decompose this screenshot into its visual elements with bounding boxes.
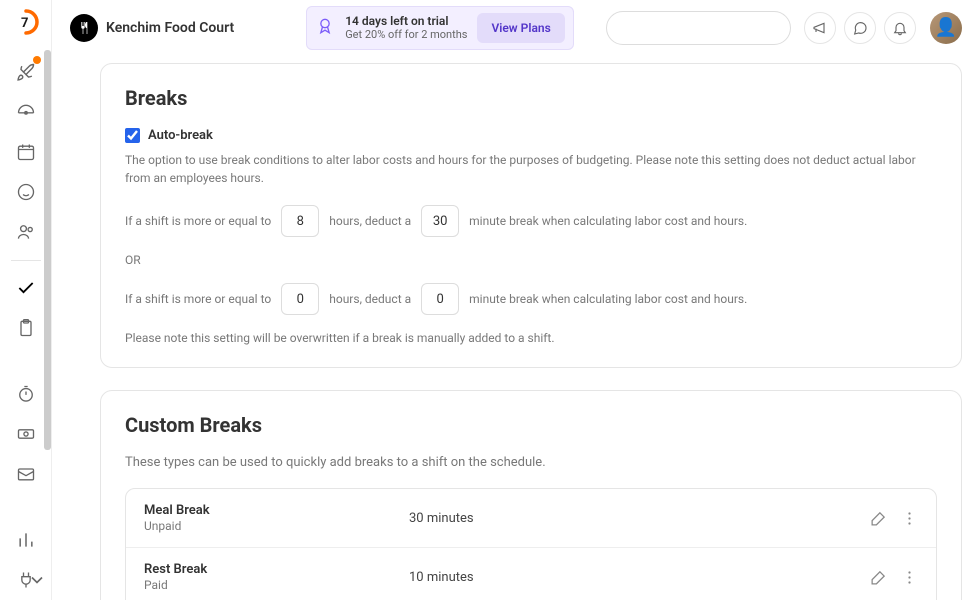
- break-duration: 10 minutes: [409, 570, 870, 585]
- view-plans-button[interactable]: View Plans: [477, 13, 564, 43]
- topbar: Kenchim Food Court 14 days left on trial…: [52, 0, 980, 55]
- search-input-wrapper[interactable]: [606, 11, 791, 45]
- nav-stopwatch[interactable]: [11, 380, 41, 408]
- announce-button[interactable]: [804, 12, 836, 44]
- org-name: Kenchim Food Court: [106, 20, 234, 36]
- nav-calendar[interactable]: [11, 138, 41, 166]
- more-icon[interactable]: [901, 569, 918, 586]
- org-logo: [70, 14, 98, 42]
- nav-clipboard[interactable]: [11, 314, 41, 342]
- or-separator: OR: [125, 253, 937, 267]
- chat-button[interactable]: [844, 12, 876, 44]
- rule2-minutes-input[interactable]: [421, 283, 459, 315]
- notification-dot: [33, 56, 41, 64]
- more-icon[interactable]: [901, 510, 918, 527]
- nav-face[interactable]: [11, 178, 41, 206]
- breaks-title: Breaks: [125, 86, 937, 110]
- trial-subtitle: Get 20% off for 2 months: [345, 28, 467, 41]
- nav-dashboard[interactable]: [11, 98, 41, 126]
- break-row: Rest Break Paid 10 minutes: [126, 548, 936, 600]
- break-name: Meal Break: [144, 503, 409, 518]
- nav-rocket[interactable]: [11, 58, 41, 86]
- custom-breaks-title: Custom Breaks: [125, 413, 937, 437]
- nav-people[interactable]: [11, 218, 41, 246]
- nav-envelope[interactable]: [11, 460, 41, 488]
- trial-banner: 14 days left on trial Get 20% off for 2 …: [306, 6, 574, 50]
- custom-breaks-list: Meal Break Unpaid 30 minutes Rest Break …: [125, 488, 937, 600]
- break-type: Unpaid: [144, 519, 409, 533]
- break-duration: 30 minutes: [409, 511, 870, 526]
- break-row: Meal Break Unpaid 30 minutes: [126, 489, 936, 548]
- custom-breaks-subtitle: These types can be used to quickly add b…: [125, 455, 937, 470]
- autobreak-label: Auto-break: [148, 128, 213, 143]
- nav-integrations[interactable]: [11, 566, 41, 594]
- break-name: Rest Break: [144, 562, 409, 577]
- autobreak-description: The option to use break conditions to al…: [125, 151, 937, 187]
- rule2-hours-input[interactable]: [281, 283, 319, 315]
- user-avatar[interactable]: 👤: [930, 12, 962, 44]
- trial-title: 14 days left on trial: [345, 14, 467, 28]
- rule-row-2: If a shift is more or equal to hours, de…: [125, 283, 937, 315]
- app-logo: 7: [12, 8, 40, 36]
- autobreak-checkbox[interactable]: [125, 128, 140, 143]
- nav-money[interactable]: [11, 420, 41, 448]
- sidebar: 7: [0, 0, 52, 600]
- sidebar-scrollbar[interactable]: [44, 50, 51, 450]
- rule-row-1: If a shift is more or equal to hours, de…: [125, 205, 937, 237]
- break-type: Paid: [144, 578, 409, 592]
- svg-text:7: 7: [21, 16, 28, 31]
- rule1-minutes-input[interactable]: [421, 205, 459, 237]
- award-icon: [315, 16, 335, 40]
- nav-reports[interactable]: [11, 526, 41, 554]
- custom-breaks-card: Custom Breaks These types can be used to…: [100, 390, 962, 600]
- content: Breaks Auto-break The option to use brea…: [52, 55, 980, 600]
- breaks-card: Breaks Auto-break The option to use brea…: [100, 63, 962, 368]
- search-input[interactable]: [625, 20, 791, 35]
- edit-icon[interactable]: [870, 510, 887, 527]
- org-switcher[interactable]: Kenchim Food Court: [70, 14, 234, 42]
- nav-check[interactable]: [11, 274, 41, 302]
- main: Kenchim Food Court 14 days left on trial…: [52, 0, 980, 600]
- breaks-note: Please note this setting will be overwri…: [125, 331, 937, 345]
- rule1-hours-input[interactable]: [281, 205, 319, 237]
- notifications-button[interactable]: [884, 12, 916, 44]
- edit-icon[interactable]: [870, 569, 887, 586]
